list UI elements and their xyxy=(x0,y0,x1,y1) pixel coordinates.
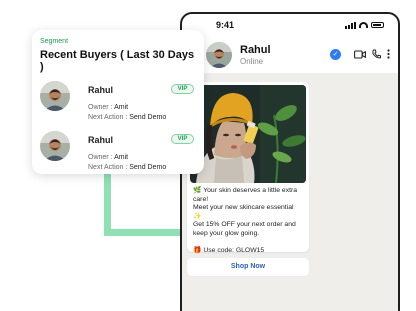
owner-label: Owner : xyxy=(88,154,113,161)
header-actions xyxy=(354,46,390,64)
wifi-icon xyxy=(359,22,368,28)
owner-value: Amit xyxy=(114,104,129,111)
message-image xyxy=(190,85,306,183)
phone-frame: 9:41 Rahul Online ✓ 🌿 Your skin deserves… xyxy=(180,12,400,311)
chat-area: 🌿 Your skin deserves a little extra care… xyxy=(182,74,398,311)
verified-icon: ✓ xyxy=(330,49,341,60)
phone-call-icon[interactable] xyxy=(372,46,381,64)
status-icons xyxy=(345,21,384,29)
chat-header: Rahul Online ✓ xyxy=(182,36,398,74)
owner-value: Amit xyxy=(114,154,129,161)
vip-badge: VIP xyxy=(171,134,194,144)
buyer-avatar xyxy=(40,81,70,111)
message-line xyxy=(193,239,303,247)
segment-title: Recent Buyers ( Last 30 Days ) xyxy=(40,49,195,73)
vip-badge: VIP xyxy=(171,84,194,94)
owner-label: Owner : xyxy=(88,104,113,111)
message-text: 🌿 Your skin deserves a little extra care… xyxy=(190,183,306,255)
next-action-label: Next Action : xyxy=(88,164,128,171)
contact-info: Rahul Online xyxy=(240,44,330,66)
message-line: Get 15% OFF your next order and keep you… xyxy=(193,221,296,237)
contact-status: Online xyxy=(240,56,264,66)
message-card: 🌿 Your skin deserves a little extra care… xyxy=(187,82,309,255)
shop-now-button[interactable]: Shop Now xyxy=(187,258,309,276)
buyer-name: Rahul xyxy=(88,135,114,145)
next-action-value: Send Demo xyxy=(129,114,167,121)
contact-name: Rahul xyxy=(240,43,271,56)
buyer-next-action: Next Action : Send Demo xyxy=(88,114,166,121)
more-icon[interactable] xyxy=(387,46,390,64)
buyer-avatar xyxy=(40,131,70,161)
segment-label: Segment xyxy=(40,38,69,45)
message-line: 🌿 Your skin deserves a little extra care… xyxy=(193,187,298,203)
next-action-label: Next Action : xyxy=(88,114,128,121)
canvas: 9:41 Rahul Online ✓ 🌿 Your skin deserves… xyxy=(0,0,416,311)
buyer-next-action: Next Action : Send Demo xyxy=(88,164,166,171)
buyer-owner: Owner : Amit xyxy=(88,104,128,111)
contact-avatar[interactable] xyxy=(206,41,232,68)
video-call-icon[interactable] xyxy=(354,46,366,64)
status-time: 9:41 xyxy=(216,20,235,30)
status-bar: 9:41 xyxy=(182,14,398,36)
signal-icon xyxy=(345,21,356,29)
buyer-row[interactable]: Rahul VIP Owner : Amit Next Action : Sen… xyxy=(40,131,196,177)
segment-card: Segment Recent Buyers ( Last 30 Days ) R… xyxy=(32,30,204,174)
battery-icon xyxy=(371,22,384,28)
message-line: 🎁 Use code: GLOW15 xyxy=(193,246,265,254)
buyer-name: Rahul xyxy=(88,85,114,95)
buyer-owner: Owner : Amit xyxy=(88,154,128,161)
buyer-row[interactable]: Rahul VIP Owner : Amit Next Action : Sen… xyxy=(40,81,196,127)
next-action-value: Send Demo xyxy=(129,164,167,171)
message-line: Meet your new skincare essential ✨ xyxy=(193,204,294,220)
